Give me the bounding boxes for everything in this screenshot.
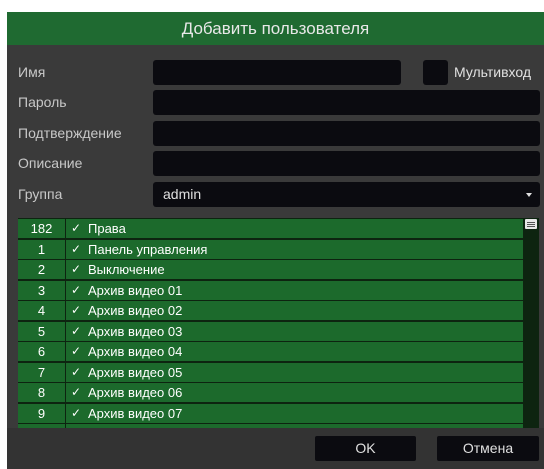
- permission-label: Панель управления: [88, 241, 208, 257]
- check-icon[interactable]: ✓: [69, 342, 83, 361]
- permission-number: 6: [37, 344, 46, 359]
- permission-row[interactable]: 8 ✓ Архив видео 06: [18, 383, 523, 402]
- permission-label: Архив видео 04: [88, 344, 183, 359]
- check-icon[interactable]: ✓: [69, 281, 83, 300]
- dialog-title: Добавить пользователя: [7, 12, 544, 45]
- chevron-down-icon: [526, 193, 532, 197]
- permission-row[interactable]: 5 ✓ Архив видео 03: [18, 321, 523, 341]
- permission-label: Выключение: [88, 262, 165, 277]
- permission-number: 9: [37, 405, 46, 421]
- add-user-dialog: Добавить пользователя Имя Мультивход Пар…: [7, 12, 544, 469]
- check-icon[interactable]: ✓: [69, 219, 83, 238]
- password-field[interactable]: [153, 90, 540, 115]
- permission-row[interactable]: 9 ✓ Архив видео 07: [18, 403, 523, 423]
- permission-number: 4: [37, 303, 46, 318]
- group-select-value: admin: [163, 186, 202, 202]
- multilogin-checkbox[interactable]: [423, 60, 448, 85]
- permission-label: Архив видео 05: [88, 364, 183, 380]
- permission-number: 2: [37, 262, 46, 277]
- permission-row[interactable]: 3 ✓ Архив видео 01: [18, 280, 523, 300]
- permission-row[interactable]: 2 ✓ Выключение: [18, 260, 523, 279]
- permission-number: 3: [37, 282, 46, 298]
- group-label: Группа: [18, 186, 63, 202]
- permission-label: Архив видео 06: [88, 385, 183, 400]
- check-icon[interactable]: ✓: [69, 301, 83, 320]
- permission-label: Права: [88, 221, 126, 236]
- permissions-scrollbar[interactable]: [523, 218, 539, 428]
- name-label: Имя: [18, 64, 46, 80]
- confirm-password-field[interactable]: [153, 121, 540, 146]
- description-label: Описание: [18, 155, 83, 171]
- multilogin-label: Мультивход: [454, 64, 532, 80]
- check-icon[interactable]: ✓: [69, 240, 83, 259]
- dialog-footer: OK Отмена: [7, 428, 544, 469]
- column-divider: [65, 218, 66, 428]
- group-select[interactable]: admin: [153, 182, 540, 207]
- description-field[interactable]: [153, 151, 540, 176]
- permission-label: Архив видео 07: [88, 405, 183, 421]
- permission-row[interactable]: 1 ✓ Панель управления: [18, 239, 523, 259]
- permission-number: 182: [30, 221, 53, 236]
- name-field[interactable]: [153, 60, 401, 85]
- permission-label: Архив видео 03: [88, 323, 183, 339]
- ok-button[interactable]: OK: [315, 436, 416, 461]
- menu-icon[interactable]: [525, 219, 537, 229]
- permissions-header-row[interactable]: 182 ✓ Права: [18, 219, 523, 238]
- cancel-button[interactable]: Отмена: [437, 436, 539, 461]
- check-icon[interactable]: ✓: [69, 322, 83, 341]
- confirm-label: Подтверждение: [18, 125, 122, 141]
- check-icon[interactable]: ✓: [69, 260, 83, 279]
- permission-row[interactable]: 7 ✓ Архив видео 05: [18, 362, 523, 382]
- permission-row[interactable]: 6 ✓ Архив видео 04: [18, 342, 523, 361]
- permission-row[interactable]: 4 ✓ Архив видео 02: [18, 301, 523, 320]
- permission-number: 7: [37, 364, 46, 380]
- permission-label: Архив видео 02: [88, 303, 183, 318]
- password-label: Пароль: [18, 94, 67, 110]
- permission-number: 1: [37, 241, 46, 257]
- permission-label: Архив видео 01: [88, 282, 183, 298]
- check-icon[interactable]: ✓: [69, 363, 83, 382]
- permissions-list: 182 ✓ Права 1 ✓ Панель управления 2 ✓ Выключение…: [18, 218, 539, 428]
- check-icon[interactable]: ✓: [69, 404, 83, 423]
- permission-number: 8: [37, 385, 46, 400]
- permission-number: 5: [37, 323, 46, 339]
- check-icon[interactable]: ✓: [69, 383, 83, 402]
